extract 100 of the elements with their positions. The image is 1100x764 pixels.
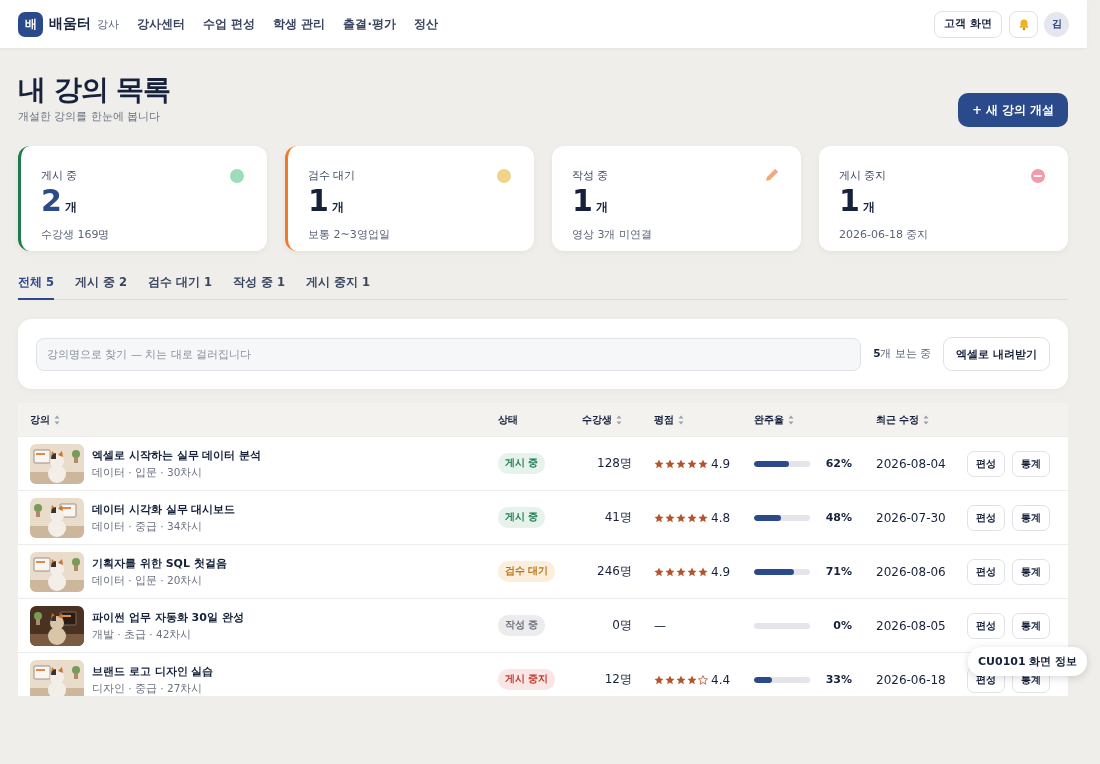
logo[interactable]: 배 [18,11,43,37]
row-action-button[interactable]: 편성 [967,450,1005,477]
column-header[interactable]: 최근 수정 [876,412,930,427]
completion-rate: 0% [833,619,852,632]
stat-value: 1 [308,185,329,217]
dot-icon [229,168,245,184]
course-meta: 데이터 · 중급 · 34차시 [92,519,204,534]
stat-note: 수강생 169명 [41,227,111,242]
stat-unit: 개 [64,199,77,216]
course-meta: 데이터 · 입문 · 30차시 [92,465,204,480]
filter-tab[interactable]: 작성 중 1 [233,269,286,300]
student-count: 12명 [603,671,633,688]
star-icon [698,458,708,469]
role-label: 강사 [97,16,119,32]
minus-circle-icon [1030,168,1046,184]
star-icon [687,566,697,577]
course-title: 데이터 시각화 실무 대시보드 [92,501,236,517]
new-course-button[interactable]: + 새 강의 개설 [958,93,1068,127]
screen-info-tooltip[interactable]: CU0101 화면 정보 [968,647,1088,676]
customer-view-button[interactable]: 고객 화면 [934,10,1002,38]
star-icon [654,512,664,523]
stat-value: 1 [839,185,860,217]
course-title: 엑셀로 시작하는 실무 데이터 분석 [92,447,262,463]
dot-icon [496,168,512,184]
column-header: 상태 [498,412,518,427]
course-title: 브랜드 로고 디자인 실습 [92,663,214,679]
page-subtitle: 개설한 강의를 한눈에 봅니다 [18,110,161,124]
sort-icon [788,414,794,425]
stat-unit: 개 [595,199,608,216]
column-header[interactable]: 평점 [654,412,684,427]
stat-note: 보통 2~3영업일 [308,227,391,242]
sort-icon [54,414,60,425]
progress-bar [754,514,810,521]
status-badge: 게시 중지 [498,669,556,690]
star-icon [676,566,686,577]
filter-tab[interactable]: 검수 대기 1 [148,269,213,300]
row-action-button[interactable]: 통계 [1012,558,1050,585]
result-count: 5개 보는 중 [873,347,932,361]
stat-label: 게시 중 [41,168,78,183]
progress-bar [754,460,810,467]
updated-date: 2026-06-18 [876,672,947,687]
column-header[interactable]: 수강생 [582,412,622,427]
rating-value: 4.4 [711,672,731,687]
avatar[interactable]: 김 [1044,11,1069,37]
nav-link[interactable]: 정산 [413,15,438,33]
filter-tab[interactable]: 전체 5 [18,269,54,300]
nav-link[interactable]: 학생 관리 [273,15,326,33]
sort-icon [678,414,684,425]
stat-label: 검수 대기 [308,168,356,183]
star-icon [687,512,697,523]
row-action-button[interactable]: 편성 [967,558,1005,585]
stat-note: 2026-06-18 중지 [839,227,930,242]
stat-label: 작성 중 [572,168,609,183]
sort-icon [923,414,930,425]
status-badge: 게시 중 [498,507,546,528]
row-action-button[interactable]: 통계 [1012,504,1050,531]
empty-star-icon [698,674,708,685]
star-icon [654,566,664,577]
column-header[interactable]: 완주율 [754,412,794,427]
page-title: 내 강의 목록 [18,72,171,108]
star-icon [698,512,708,523]
filter-tab[interactable]: 게시 중지 1 [306,269,371,300]
completion-rate: 48% [825,511,852,524]
status-badge: 검수 대기 [498,561,556,582]
row-action-button[interactable]: 통계 [1012,450,1050,477]
search-field[interactable]: 강의명으로 찾기 — 치는 대로 걸러집니다 [36,337,862,371]
notification-button[interactable] [1009,10,1038,38]
row-action-button[interactable]: 편성 [967,612,1005,639]
star-icon [687,674,697,685]
student-count: 128명 [596,455,633,472]
pencil-icon [763,168,779,184]
rating-value: 4.8 [711,510,731,525]
brand-name: 배움터 [49,15,91,33]
star-icon [665,512,675,523]
nav-link[interactable]: 수업 편성 [203,15,256,33]
export-button[interactable]: 엑셀로 내려받기 [943,337,1050,371]
column-header[interactable]: 강의 [30,412,60,427]
star-icon [687,458,697,469]
nav-link[interactable]: 출결·평가 [343,15,396,33]
rating-value: 4.9 [711,456,731,471]
updated-date: 2026-08-05 [876,618,947,633]
course-meta: 개발 · 초급 · 42차시 [92,627,193,642]
row-action-button[interactable]: 편성 [967,504,1005,531]
course-title: 파이썬 업무 자동화 30일 완성 [92,609,244,625]
updated-date: 2026-08-06 [876,564,947,579]
updated-date: 2026-08-04 [876,456,947,471]
progress-bar [754,568,810,575]
student-count: 246명 [596,563,633,580]
star-icon [665,458,675,469]
filter-tab[interactable]: 게시 중 2 [75,269,128,300]
star-icon [654,674,664,685]
completion-rate: 33% [825,673,852,686]
star-icon [676,674,686,685]
row-action-button[interactable]: 통계 [1012,612,1050,639]
stat-unit: 개 [331,199,344,216]
nav-link[interactable]: 강사센터 [137,15,185,33]
student-count: 41명 [603,509,633,526]
star-icon [654,458,664,469]
rating-value: 4.9 [711,564,731,579]
completion-rate: 71% [825,565,852,578]
